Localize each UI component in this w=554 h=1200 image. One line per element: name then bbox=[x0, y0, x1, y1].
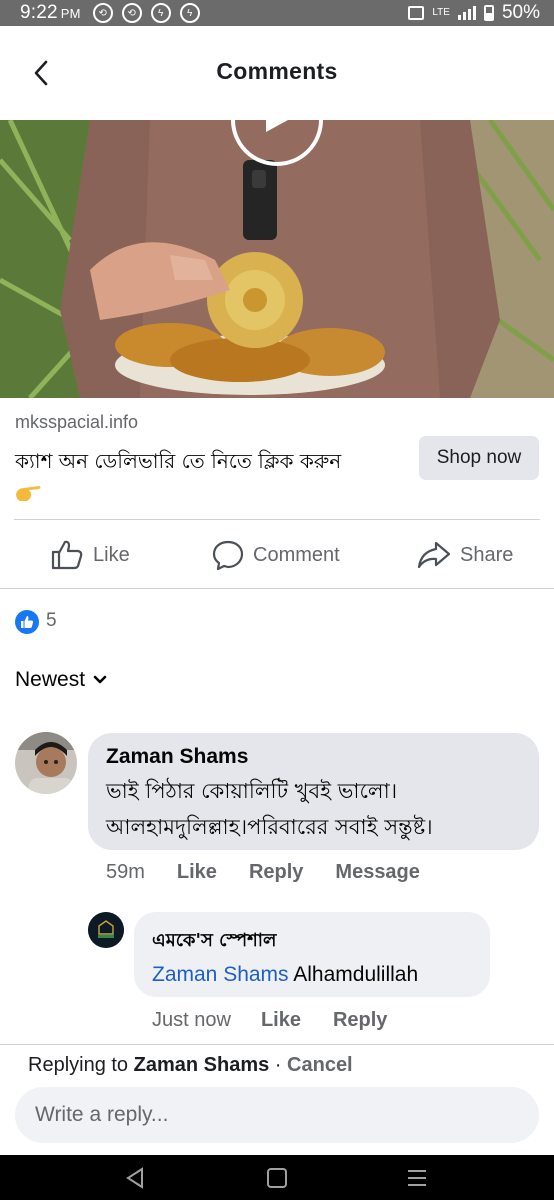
notification-icon: ⟲ bbox=[92, 3, 113, 23]
reply-input[interactable]: Write a reply... bbox=[15, 1087, 539, 1143]
like-label: Like bbox=[93, 543, 130, 566]
comment-bubble[interactable]: Zaman Shams ভাই পিঠার কোয়ালিটি খুবই ভাল… bbox=[88, 733, 539, 850]
reply-message: Alhamdulillah bbox=[293, 963, 419, 986]
cancel-reply-button[interactable]: Cancel bbox=[287, 1054, 353, 1076]
divider bbox=[14, 519, 540, 520]
comment-button[interactable]: Comment bbox=[212, 536, 340, 574]
reply-text: Zaman Shams Alhamdulillah bbox=[152, 963, 472, 987]
comment-reply-button[interactable]: Reply bbox=[249, 861, 303, 884]
comment-actions: 59m Like Reply Message bbox=[106, 861, 452, 884]
network-type: LTE bbox=[432, 7, 450, 18]
comment-text: ভাই পিঠার কোয়ালিটি খুবই ভালো। আলহামদুলি… bbox=[106, 779, 433, 839]
system-nav-bar bbox=[0, 1155, 554, 1200]
battery-icon bbox=[483, 5, 494, 21]
replying-to-bar: Replying to Zaman Shams · Cancel bbox=[28, 1054, 353, 1077]
reply-like-button[interactable]: Like bbox=[261, 1009, 301, 1032]
share-label: Share bbox=[460, 543, 514, 566]
nav-back-icon[interactable] bbox=[123, 1166, 147, 1190]
divider bbox=[0, 588, 554, 589]
share-button[interactable]: Share bbox=[417, 536, 513, 574]
comment-icon bbox=[212, 540, 244, 571]
sort-dropdown[interactable]: Newest bbox=[15, 668, 107, 692]
reply-time: Just now bbox=[152, 1009, 231, 1031]
ad-image[interactable] bbox=[0, 120, 554, 398]
comment-label: Comment bbox=[253, 543, 340, 566]
reply-mention[interactable]: Zaman Shams bbox=[152, 963, 289, 986]
nav-home-icon[interactable] bbox=[265, 1166, 289, 1190]
pointing-hand-icon bbox=[14, 480, 42, 504]
chevron-down-icon bbox=[93, 675, 107, 684]
separator: · bbox=[274, 1054, 282, 1076]
like-button[interactable]: Like bbox=[50, 536, 130, 574]
comment-author[interactable]: Zaman Shams bbox=[106, 745, 521, 769]
page-title: Comments bbox=[216, 58, 338, 84]
header: Comments bbox=[0, 26, 554, 120]
comment-message-button[interactable]: Message bbox=[335, 861, 420, 884]
notification-icon: ⟲ bbox=[121, 3, 142, 23]
reply-input-placeholder: Write a reply... bbox=[35, 1103, 169, 1126]
reply-bubble[interactable]: এমকে'স স্পেশাল Zaman Shams Alhamdulillah bbox=[134, 912, 490, 997]
status-bar: 9:22 PM ⟲ ⟲ ϟ ϟ LTE 50% bbox=[0, 0, 554, 26]
reply-actions: Just now Like Reply bbox=[152, 1009, 419, 1032]
status-time: 9:22 PM bbox=[20, 2, 81, 23]
ad-text[interactable]: ক্যাশ অন ডেলিভারি তে নিতে ক্লিক করুন bbox=[15, 444, 405, 478]
replying-prefix: Replying to bbox=[28, 1054, 129, 1076]
signal-icon bbox=[457, 6, 476, 20]
messenger-icon: ϟ bbox=[179, 3, 200, 23]
thumbs-up-icon bbox=[51, 540, 83, 570]
avatar[interactable] bbox=[15, 732, 77, 794]
reply-reply-button[interactable]: Reply bbox=[333, 1009, 387, 1032]
messenger-icon: ϟ bbox=[150, 3, 171, 23]
comment-time: 59m bbox=[106, 861, 145, 883]
comment-like-button[interactable]: Like bbox=[177, 861, 217, 884]
reply-author[interactable]: এমকে'স স্পেশাল bbox=[152, 926, 472, 957]
battery-level: 50% bbox=[501, 2, 540, 23]
nav-menu-icon[interactable] bbox=[405, 1166, 429, 1190]
sort-label: Newest bbox=[15, 668, 86, 691]
page-avatar[interactable] bbox=[88, 912, 124, 948]
shop-now-button[interactable]: Shop now bbox=[419, 436, 539, 480]
replying-to-name: Zaman Shams bbox=[133, 1054, 270, 1076]
ad-domain[interactable]: mksspacial.info bbox=[15, 412, 138, 433]
like-reaction-icon[interactable] bbox=[15, 610, 39, 634]
share-icon bbox=[417, 541, 451, 569]
divider bbox=[0, 1044, 554, 1045]
vibrate-icon bbox=[408, 6, 425, 20]
reaction-count[interactable]: 5 bbox=[46, 610, 57, 632]
